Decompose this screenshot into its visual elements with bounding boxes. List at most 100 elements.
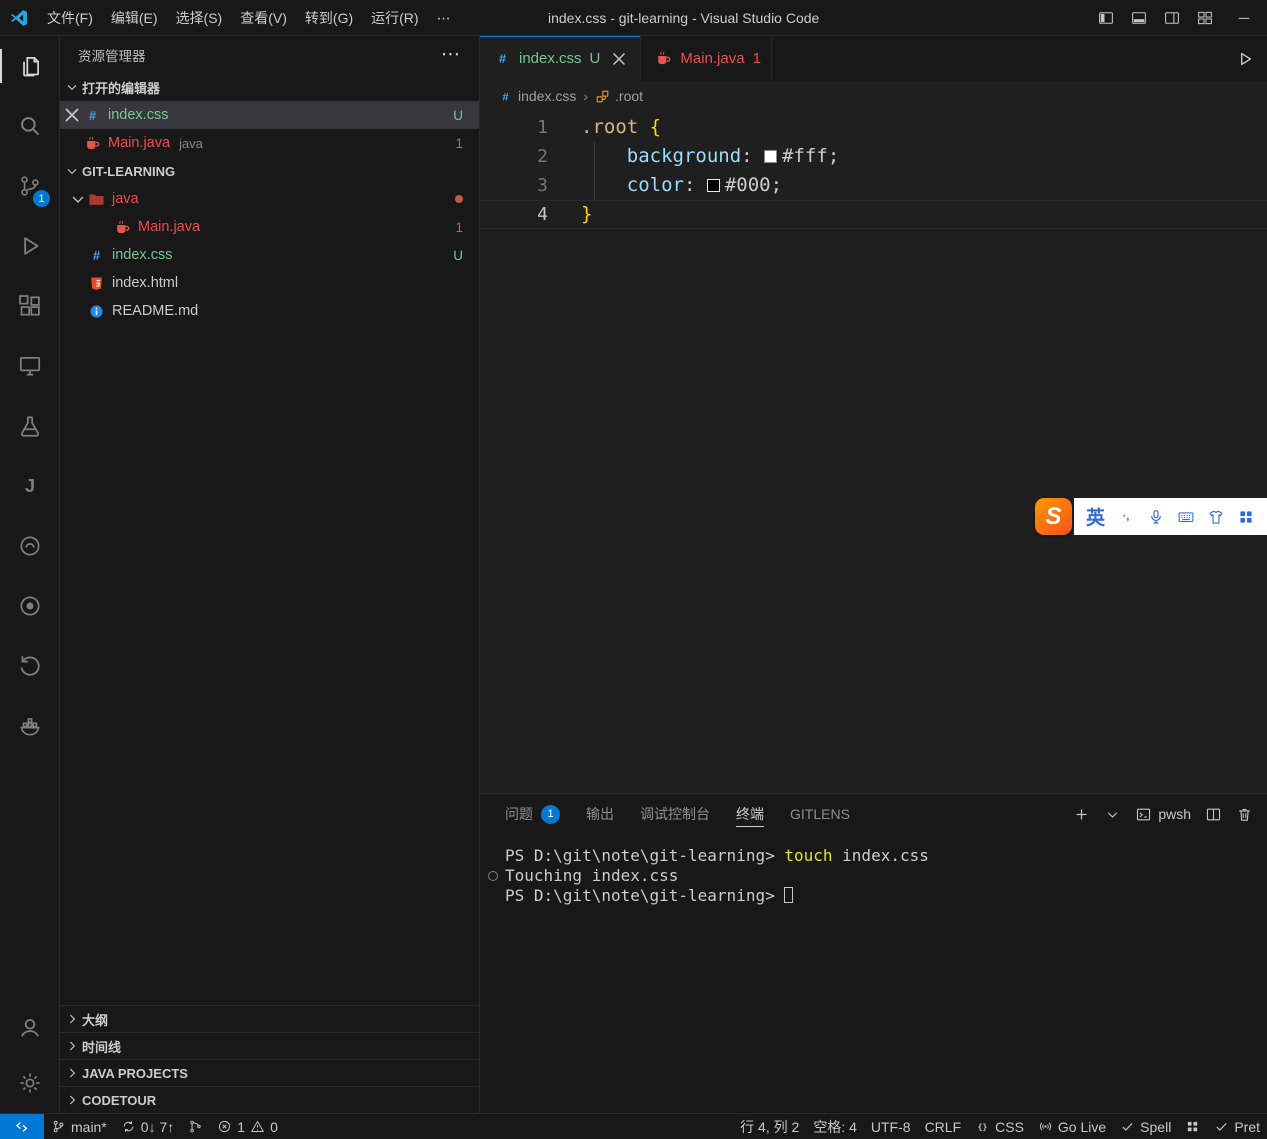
status-encoding[interactable]: UTF-8 <box>864 1114 918 1139</box>
tab-git-badge: 1 <box>753 50 761 67</box>
code-line: 3 color: #000; <box>480 171 1267 200</box>
bottom-panel: 问题1 输出调试控制台终端 GITLENS pwsh PS D:\git\note\g… <box>480 793 1267 1113</box>
tab-Main.java[interactable]: Main.java1 <box>641 36 772 81</box>
tree-item[interactable]: java <box>60 185 479 213</box>
status-problems[interactable]: 10 <box>210 1114 285 1139</box>
status-spell-checker[interactable]: Spell <box>1113 1114 1178 1139</box>
activitybar-java-projects[interactable]: J <box>0 456 59 516</box>
menu-item[interactable]: 转到(G) <box>296 0 362 36</box>
status-eol[interactable]: CRLF <box>918 1114 969 1139</box>
terminal-view[interactable]: PS D:\git\note\git-learning> touch index… <box>480 834 1267 906</box>
open-editor-item[interactable]: Main.javajava1 <box>60 129 479 157</box>
close-tab-icon[interactable] <box>608 48 630 70</box>
breadcrumb-separator: › <box>583 88 588 104</box>
ime-grid4-icon[interactable] <box>1237 508 1255 526</box>
run-button[interactable] <box>1235 49 1255 69</box>
open-editors-header[interactable]: 打开的编辑器 <box>60 73 479 101</box>
status-cursor-position[interactable]: 行 4, 列 2 <box>733 1114 806 1139</box>
chevron-right-icon <box>64 1065 80 1081</box>
toggle-panel-button[interactable] <box>1122 0 1155 36</box>
terminal-text: touch <box>784 846 832 865</box>
activitybar-settings[interactable] <box>0 1055 59 1111</box>
activitybar-containers[interactable] <box>0 696 59 756</box>
more-actions-icon[interactable]: ⋯ <box>441 43 461 66</box>
status-bar: main*0↓ 7↑ 10 行 4, 列 2空格: 4 UTF-8 CRLF{}CSS… <box>0 1113 1267 1139</box>
section-JAVA PROJECTS[interactable]: JAVA PROJECTS <box>60 1059 479 1086</box>
sogou-logo[interactable]: S <box>1035 498 1072 535</box>
status-indentation[interactable]: 空格: 4 <box>806 1114 864 1139</box>
customize-layout-button[interactable] <box>1188 0 1221 36</box>
activitybar-testing[interactable] <box>0 396 59 456</box>
status-go-live[interactable]: Go Live <box>1031 1114 1113 1139</box>
status-commit-graph[interactable] <box>181 1114 210 1139</box>
breadcrumb-item[interactable]: .root <box>595 88 643 104</box>
activitybar-search[interactable] <box>0 96 59 156</box>
panel-tab-输出[interactable]: 输出 <box>586 794 614 834</box>
ime-keyboard-icon[interactable] <box>1177 508 1195 526</box>
activitybar-codetour[interactable] <box>0 576 59 636</box>
menu-item[interactable]: 编辑(E) <box>102 0 167 36</box>
section-时间线[interactable]: 时间线 <box>60 1032 479 1059</box>
activitybar-gradle[interactable] <box>0 516 59 576</box>
run-and-debug-icon <box>17 233 43 259</box>
tree-item[interactable]: Main.java1 <box>60 213 479 241</box>
breadcrumb-item[interactable]: #index.css <box>498 88 576 104</box>
toggle-sidebar-button[interactable] <box>1089 0 1122 36</box>
activitybar-source-control[interactable]: 1 <box>0 156 59 216</box>
menu-item[interactable]: 运行(R) <box>362 0 427 36</box>
split-terminal-icon[interactable] <box>1205 806 1222 823</box>
kill-terminal-icon[interactable] <box>1236 806 1253 823</box>
ime-language-toggle[interactable]: 英 <box>1086 503 1105 530</box>
status-extension-grid[interactable] <box>1178 1114 1207 1139</box>
tree-item[interactable]: index.html <box>60 269 479 297</box>
chevron-down-icon[interactable] <box>68 189 88 209</box>
file-label: Main.java <box>138 219 200 235</box>
terminal-dropdown-icon[interactable] <box>1104 806 1121 823</box>
menu-item[interactable]: ⋯ <box>428 0 460 36</box>
status-git-branch[interactable]: main* <box>44 1114 114 1139</box>
activitybar-run-and-debug[interactable] <box>0 216 59 276</box>
panel-tab-调试控制台[interactable]: 调试控制台 <box>640 794 710 834</box>
status-prettier[interactable]: Pret <box>1207 1114 1267 1139</box>
toggle-secondary-sidebar-button[interactable] <box>1155 0 1188 36</box>
activitybar-extensions[interactable] <box>0 276 59 336</box>
panel-tab-问题[interactable]: 问题1 <box>505 794 560 834</box>
status-label: UTF-8 <box>871 1119 911 1135</box>
panel-tab-终端[interactable]: 终端 <box>736 794 764 834</box>
activitybar-account[interactable] <box>0 999 59 1055</box>
ime-punct-icon[interactable]: ·, <box>1117 508 1135 526</box>
code-editor[interactable]: 1.root {2 background: #fff;3 color: #000… <box>480 111 1267 793</box>
section-CODETOUR[interactable]: CODETOUR <box>60 1086 479 1113</box>
line-number: 3 <box>480 171 548 200</box>
svg-text:{}: {} <box>978 1121 988 1131</box>
activitybar-history[interactable] <box>0 636 59 696</box>
ime-mic-icon[interactable] <box>1147 508 1165 526</box>
svg-text:#: # <box>499 51 506 66</box>
status-git-sync[interactable]: 0↓ 7↑ <box>114 1114 181 1139</box>
activitybar-explorer[interactable] <box>0 36 59 96</box>
color-swatch[interactable] <box>707 179 720 192</box>
close-editor-icon[interactable] <box>60 103 84 127</box>
open-editor-item[interactable]: #index.cssU <box>60 101 479 129</box>
code-content: } <box>548 200 592 229</box>
menu-item[interactable]: 文件(F) <box>38 0 102 36</box>
status-remote[interactable] <box>0 1114 44 1139</box>
tree-item[interactable]: README.md <box>60 297 479 325</box>
terminal-profile[interactable]: pwsh <box>1135 806 1191 823</box>
color-swatch[interactable] <box>764 150 777 163</box>
folder-root-header[interactable]: GIT-LEARNING <box>60 157 479 185</box>
activitybar-remote-explorer[interactable] <box>0 336 59 396</box>
ime-shirt-icon[interactable] <box>1207 508 1225 526</box>
new-terminal-icon[interactable] <box>1073 806 1090 823</box>
menu-item[interactable]: 选择(S) <box>167 0 232 36</box>
tab-index.css[interactable]: #index.cssU <box>480 36 641 81</box>
chevron-down-icon <box>64 163 80 179</box>
minimize-button[interactable] <box>1221 0 1267 36</box>
panel-tab-GITLENS[interactable]: GITLENS <box>790 794 850 834</box>
svg-text:#: # <box>502 91 509 103</box>
ime-popup: S 英 ·, <box>1035 498 1267 535</box>
section-大纲[interactable]: 大纲 <box>60 1005 479 1032</box>
tree-item[interactable]: #index.cssU <box>60 241 479 269</box>
status-language-mode[interactable]: {}CSS <box>968 1114 1031 1139</box>
menu-item[interactable]: 查看(V) <box>231 0 296 36</box>
